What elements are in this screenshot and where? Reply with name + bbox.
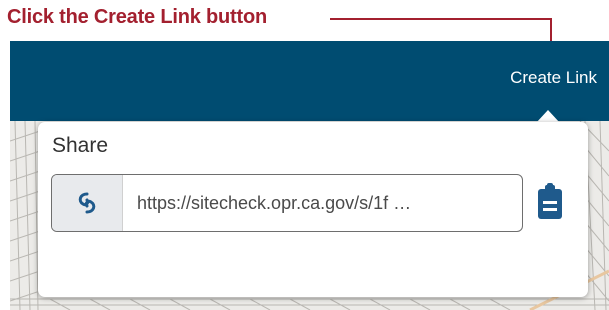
share-panel-title: Share — [52, 134, 109, 157]
link-icon — [52, 175, 123, 231]
app-header: Create Link — [10, 41, 609, 121]
instruction-callout: Click the Create Link button — [7, 6, 267, 28]
callout-line — [330, 18, 552, 20]
clipboard-icon — [538, 183, 562, 219]
copy-link-button[interactable] — [536, 181, 564, 221]
share-link-url: https://sitecheck.opr.ca.gov/s/1f … — [137, 193, 412, 213]
share-link-field[interactable]: https://sitecheck.opr.ca.gov/s/1f … — [51, 174, 523, 232]
create-link-button[interactable]: Create Link — [510, 68, 597, 88]
share-panel: Share https://sitecheck.opr.ca.gov/s/1f … — [38, 122, 588, 297]
